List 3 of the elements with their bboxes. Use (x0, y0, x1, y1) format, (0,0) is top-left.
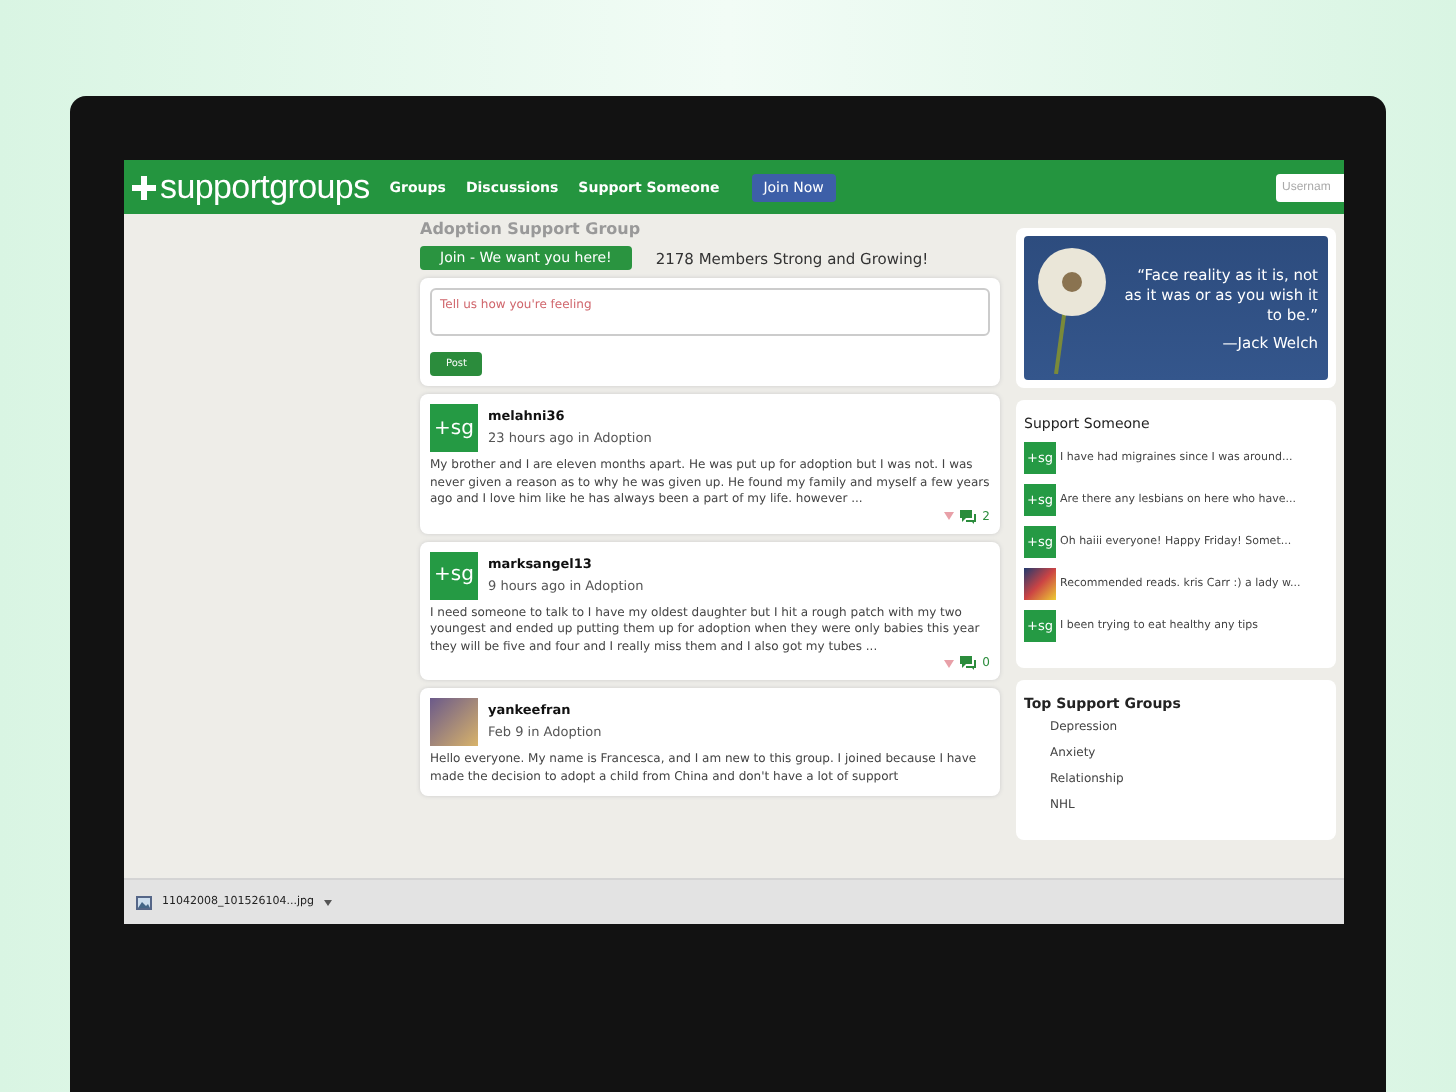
group-title: Adoption Support Group (420, 220, 643, 238)
avatar-badge: +sg (430, 551, 478, 599)
avatar-badge: +sg (430, 404, 478, 452)
